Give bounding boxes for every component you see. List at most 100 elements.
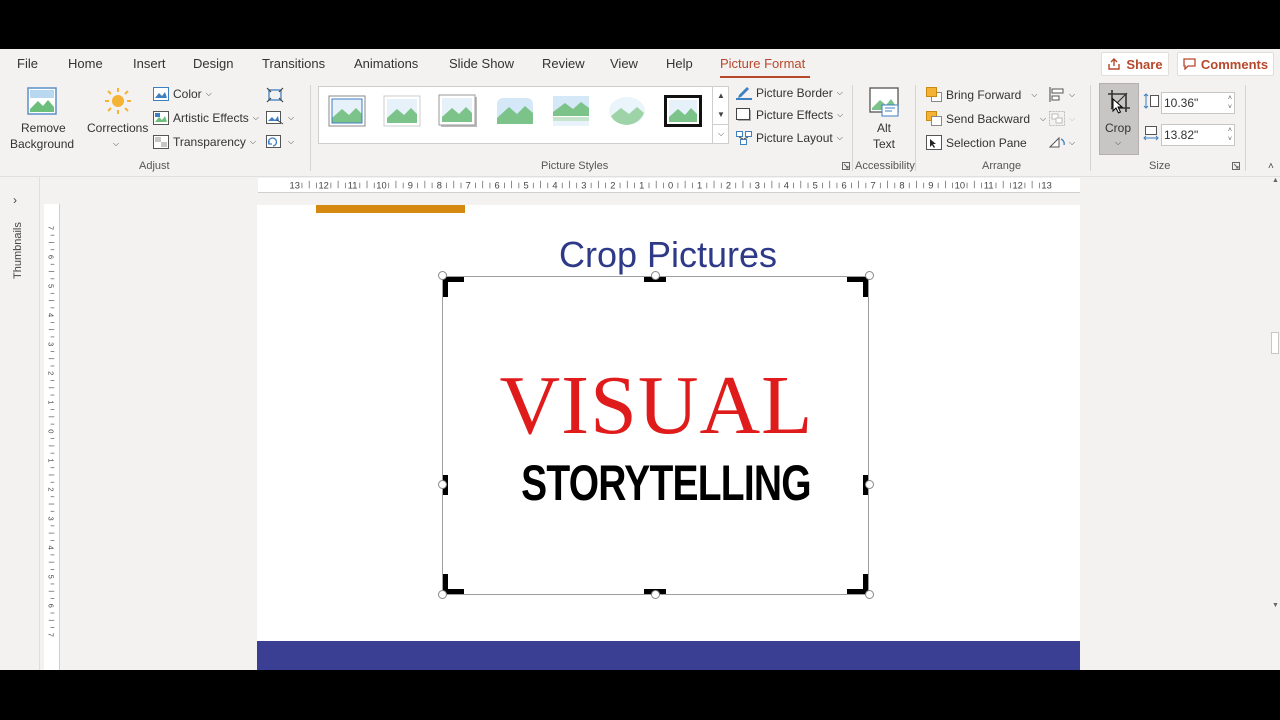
- picture-border-icon: [736, 87, 752, 100]
- format-picture-launcher-icon[interactable]: [842, 162, 850, 170]
- picture-style-soft-oval[interactable]: [607, 94, 647, 128]
- align-button[interactable]: ⌵: [1049, 87, 1075, 102]
- share-button[interactable]: Share: [1101, 52, 1169, 76]
- resize-handle-top-right[interactable]: [865, 271, 874, 280]
- tab-slide-show[interactable]: Slide Show: [449, 56, 514, 71]
- transparency-icon: [153, 135, 169, 149]
- collapse-ribbon-icon[interactable]: ˄: [1268, 161, 1274, 172]
- ruler-tick-label: 5: [47, 575, 56, 579]
- alt-text-button[interactable]: Alt Text: [862, 83, 906, 155]
- tab-view[interactable]: View: [610, 56, 638, 71]
- gallery-more-button[interactable]: ⌵: [713, 124, 729, 143]
- artistic-effects-icon: [153, 111, 169, 125]
- bring-forward-button[interactable]: Bring Forward ⌵: [926, 87, 1037, 102]
- tab-picture-format[interactable]: Picture Format: [720, 56, 805, 71]
- ruler-tick-label: 1: [697, 180, 702, 190]
- resize-handle-bottom-right[interactable]: [865, 590, 874, 599]
- crop-button[interactable]: Crop ⌵: [1099, 83, 1139, 155]
- picture-style-reflected[interactable]: [551, 94, 591, 128]
- picture-style-shadow-frame[interactable]: [438, 94, 478, 128]
- picture-style-black-frame[interactable]: [663, 94, 703, 128]
- separator: [1245, 85, 1246, 171]
- expand-thumbnails-icon[interactable]: ›: [13, 193, 17, 207]
- align-dropdown-icon: ⌵: [1069, 89, 1076, 99]
- comment-icon: [1183, 58, 1196, 70]
- ruler-tick-label: 7: [466, 180, 471, 190]
- resize-handle-left[interactable]: [438, 480, 447, 489]
- tab-file[interactable]: File: [17, 56, 38, 71]
- resize-handle-top[interactable]: [651, 271, 660, 280]
- scroll-thumb[interactable]: [1271, 332, 1279, 354]
- tab-home[interactable]: Home: [68, 56, 103, 71]
- vertical-scrollbar[interactable]: ▲ ▼: [1270, 177, 1280, 670]
- tab-animations[interactable]: Animations: [354, 56, 418, 71]
- ruler-tick-label: 5: [47, 284, 56, 288]
- picture-layout-button[interactable]: Picture Layout ⌵: [736, 131, 843, 145]
- reset-picture-icon: [266, 135, 281, 148]
- tab-review[interactable]: Review: [542, 56, 585, 71]
- crop-handle-top-right[interactable]: [863, 277, 868, 297]
- gallery-down-button[interactable]: ▼: [713, 105, 729, 124]
- color-button[interactable]: Color ⌵: [153, 87, 212, 101]
- gallery-up-button[interactable]: ▲: [713, 86, 729, 105]
- width-value: 13.82": [1164, 128, 1199, 142]
- ruler-tick-label: 12: [1012, 180, 1022, 190]
- rotate-button[interactable]: ⌵: [1049, 135, 1075, 150]
- picture-style-rounded[interactable]: [495, 94, 535, 128]
- reset-picture-button[interactable]: ⌵: [266, 135, 294, 149]
- tab-transitions[interactable]: Transitions: [262, 56, 325, 71]
- share-label: Share: [1126, 56, 1163, 72]
- scroll-down-icon[interactable]: ▼: [1272, 602, 1279, 609]
- tab-design[interactable]: Design: [193, 56, 233, 71]
- artistic-effects-button[interactable]: Artistic Effects ⌵: [153, 111, 259, 125]
- ruler-tick-label: 1: [639, 180, 644, 190]
- tab-help[interactable]: Help: [666, 56, 693, 71]
- width-spin-arrows-icon[interactable]: ˄ ˅: [1228, 126, 1232, 144]
- crop-handle-top-left[interactable]: [443, 277, 448, 297]
- width-spinner[interactable]: 13.82" ˄ ˅: [1161, 124, 1235, 146]
- comments-button[interactable]: Comments: [1177, 52, 1274, 76]
- thumbnails-label[interactable]: Thumbnails: [12, 222, 24, 279]
- compress-pictures-icon[interactable]: [266, 87, 284, 103]
- picture-style-soft-edge[interactable]: [382, 94, 422, 128]
- share-icon: [1108, 58, 1121, 70]
- send-backward-dropdown-icon: ⌵: [1040, 113, 1047, 123]
- remove-background-button[interactable]: Remove Background: [8, 83, 76, 155]
- picture-layout-icon: [736, 131, 752, 145]
- selected-picture[interactable]: VISUAL STORYTELLING: [442, 276, 869, 595]
- rotate-icon: [1049, 136, 1065, 148]
- resize-handle-bottom[interactable]: [651, 590, 660, 599]
- picture-border-button[interactable]: Picture Border ⌵: [736, 85, 843, 100]
- picture-effects-dropdown-icon: ⌵: [837, 110, 844, 119]
- selection-pane-button[interactable]: Selection Pane: [926, 135, 1027, 150]
- slide-title[interactable]: Crop Pictures: [457, 234, 879, 276]
- height-spin-arrows-icon[interactable]: ˄ ˅: [1228, 94, 1232, 112]
- resize-handle-right[interactable]: [865, 480, 874, 489]
- group-button[interactable]: ⌵: [1049, 111, 1075, 126]
- artistic-effects-label: Artistic Effects: [173, 111, 249, 125]
- letterbox-top: [0, 0, 1280, 49]
- ruler-tick-label: 9: [408, 180, 413, 190]
- ruler-tick-label: 3: [47, 342, 56, 346]
- send-backward-icon: [926, 111, 942, 126]
- height-spinner[interactable]: 10.36" ˄ ˅: [1161, 92, 1235, 114]
- ruler-tick-label: 4: [47, 546, 56, 550]
- picture-text-storytelling: STORYTELLING: [521, 455, 811, 511]
- size-launcher-icon[interactable]: [1232, 162, 1240, 170]
- alt-text-label-2: Text: [873, 137, 896, 151]
- corrections-button[interactable]: Corrections ⌵: [84, 83, 150, 155]
- transparency-button[interactable]: Transparency ⌵: [153, 135, 256, 149]
- tab-insert[interactable]: Insert: [133, 56, 166, 71]
- size-group-label: Size: [1149, 160, 1171, 172]
- shape-height-icon: [1143, 93, 1159, 109]
- slide-canvas[interactable]: Crop Pictures VISUAL STORYTELLING: [257, 205, 1080, 670]
- resize-handle-bottom-left[interactable]: [438, 590, 447, 599]
- scroll-up-icon[interactable]: ▲: [1272, 177, 1279, 184]
- ruler-tick-label: 2: [47, 487, 56, 491]
- ruler-tick-label: 11: [348, 180, 358, 190]
- picture-effects-button[interactable]: Picture Effects ⌵: [736, 108, 843, 122]
- change-picture-button[interactable]: ⌵: [266, 111, 294, 125]
- send-backward-button[interactable]: Send Backward ⌵: [926, 111, 1046, 126]
- picture-style-simple-frame[interactable]: [327, 94, 367, 128]
- resize-handle-top-left[interactable]: [438, 271, 447, 280]
